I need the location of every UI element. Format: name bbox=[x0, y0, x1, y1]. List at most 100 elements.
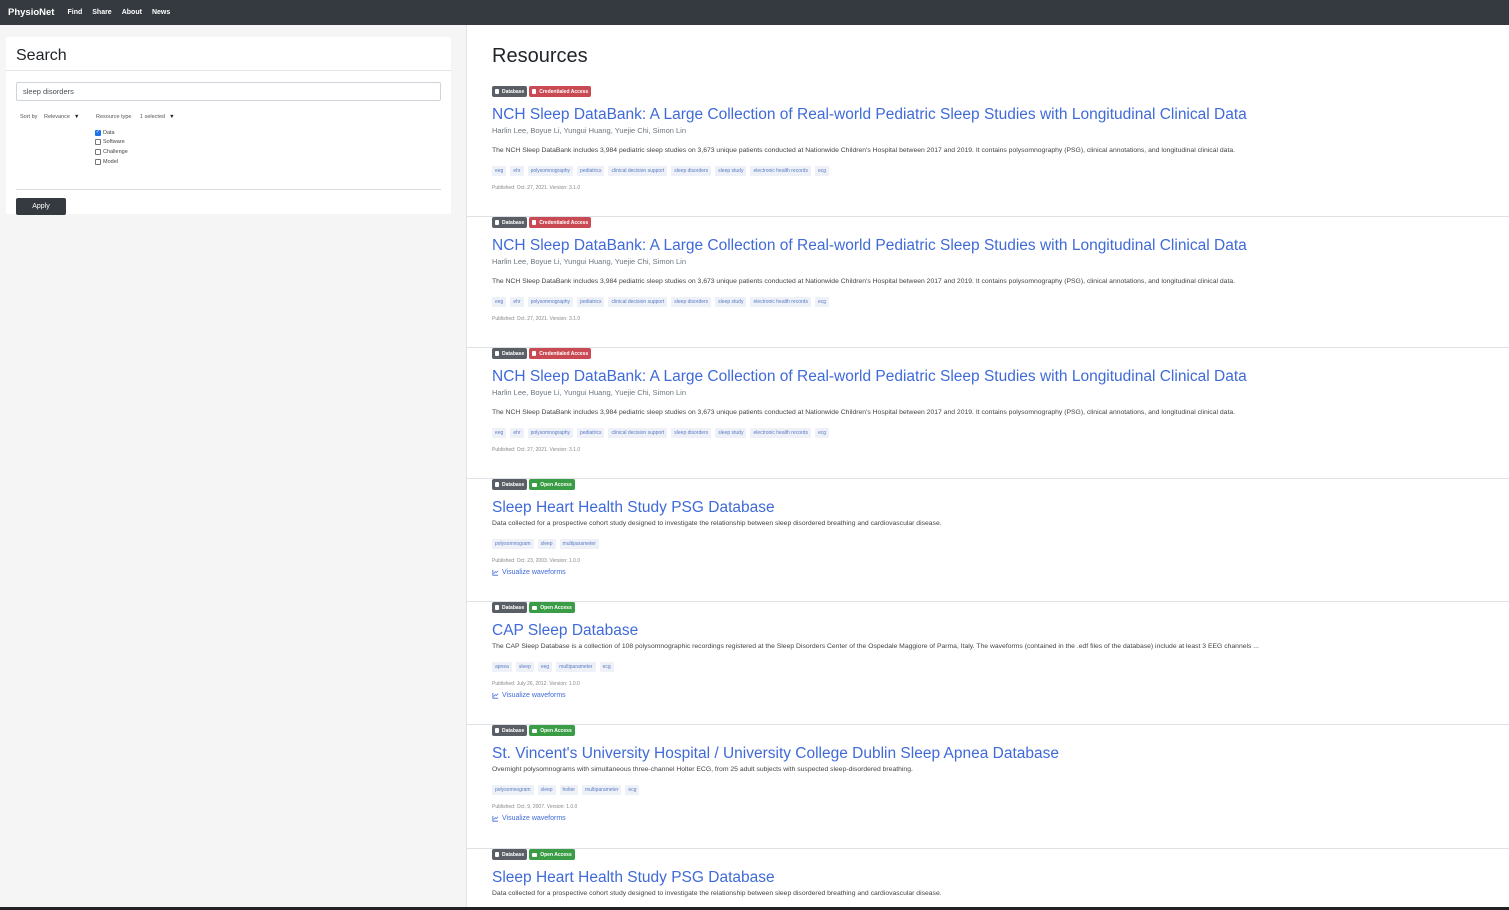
results-list: Database Credentialed Access NCH Sleep D… bbox=[467, 86, 1509, 909]
tag[interactable]: multiparameter bbox=[582, 785, 622, 795]
result-title-link[interactable]: NCH Sleep DataBank: A Large Collection o… bbox=[492, 106, 1509, 124]
tag[interactable]: electronic health records bbox=[750, 166, 811, 176]
checkbox-software[interactable] bbox=[95, 139, 101, 146]
tag[interactable]: ecg bbox=[625, 785, 640, 795]
database-badge: Database bbox=[492, 725, 528, 736]
tag[interactable]: apnea bbox=[492, 662, 512, 672]
visualize-waveforms-link[interactable]: Visualize waveforms bbox=[492, 814, 1509, 823]
result-item: Database Credentialed Access NCH Sleep D… bbox=[467, 348, 1509, 479]
checkbox-data[interactable]: ✓ bbox=[95, 129, 101, 136]
result-title-link[interactable]: St. Vincent's University Hospital / Univ… bbox=[492, 745, 1509, 763]
tag[interactable]: pediatrics bbox=[577, 297, 605, 307]
tag[interactable]: ehr bbox=[510, 428, 524, 438]
tag[interactable]: sleep bbox=[537, 539, 556, 549]
tag[interactable]: electronic health records bbox=[750, 297, 811, 307]
result-published: Published: Oct. 27, 2021. Version: 3.1.0 bbox=[492, 185, 581, 191]
resource-type-options: ✓ Data Software Challenge Model bbox=[95, 128, 128, 166]
result-description: The NCH Sleep DataBank includes 3,984 pe… bbox=[492, 278, 1235, 285]
tag[interactable]: sleep disorders bbox=[671, 166, 712, 176]
tag[interactable]: eeg bbox=[537, 662, 553, 672]
result-tags: polysomnogram sleep multiparameter bbox=[492, 539, 1509, 549]
unlock-icon bbox=[532, 728, 538, 733]
visualize-waveforms-link[interactable]: Visualize waveforms bbox=[492, 691, 1509, 700]
card-divider bbox=[16, 189, 441, 190]
access-badge: Open Access bbox=[529, 602, 575, 613]
result-item: Database Credentialed Access NCH Sleep D… bbox=[467, 86, 1509, 217]
apply-button[interactable]: Apply bbox=[16, 198, 66, 215]
tag[interactable]: holter bbox=[559, 785, 579, 795]
tag[interactable]: ecg bbox=[599, 662, 614, 672]
tag[interactable]: ecg bbox=[814, 428, 830, 438]
tag[interactable]: ecg bbox=[814, 297, 830, 307]
tag[interactable]: pediatrics bbox=[577, 166, 605, 176]
tag[interactable]: sleep bbox=[537, 785, 556, 795]
nav-link-share[interactable]: Share bbox=[92, 9, 111, 16]
resource-type-label: Resource type bbox=[96, 114, 132, 120]
resource-type-option-challenge[interactable]: Challenge bbox=[95, 147, 128, 157]
tag[interactable]: eeg bbox=[492, 428, 507, 438]
search-input[interactable] bbox=[16, 82, 441, 101]
access-badge: Credentialed Access bbox=[529, 217, 592, 228]
result-title-link[interactable]: NCH Sleep DataBank: A Large Collection o… bbox=[492, 368, 1509, 386]
tag[interactable]: sleep bbox=[515, 662, 534, 672]
visualize-waveforms-link[interactable]: Visualize waveforms bbox=[492, 568, 1509, 577]
tag[interactable]: polysomnogram bbox=[492, 539, 534, 549]
result-description: The NCH Sleep DataBank includes 3,984 pe… bbox=[492, 409, 1235, 416]
card-divider bbox=[6, 70, 451, 71]
tag[interactable]: sleep disorders bbox=[671, 297, 712, 307]
brand-logo[interactable]: PhysioNet bbox=[8, 7, 54, 18]
tag[interactable]: electronic health records bbox=[750, 428, 811, 438]
tag[interactable]: sleep study bbox=[715, 297, 747, 307]
caret-down-icon: ▼ bbox=[74, 114, 80, 120]
resource-type-option-software[interactable]: Software bbox=[95, 138, 128, 148]
result-title-link[interactable]: Sleep Heart Health Study PSG Database bbox=[492, 869, 1509, 887]
tag[interactable]: ecg bbox=[814, 166, 830, 176]
tag[interactable]: clinical decision support bbox=[608, 166, 668, 176]
tag[interactable]: polysomnogram bbox=[492, 785, 534, 795]
result-authors: Harlin Lee, Boyue Li, Yungui Huang, Yuej… bbox=[492, 388, 687, 397]
tag[interactable]: polysomnography bbox=[527, 297, 574, 307]
result-description: The NCH Sleep DataBank includes 3,984 pe… bbox=[492, 147, 1235, 154]
tag[interactable]: pediatrics bbox=[577, 428, 605, 438]
result-published: Published: Oct. 27, 2021. Version: 3.1.0 bbox=[492, 316, 581, 322]
tag[interactable]: clinical decision support bbox=[608, 428, 668, 438]
database-badge: Database bbox=[492, 602, 528, 613]
line-chart-icon bbox=[492, 815, 499, 822]
database-icon bbox=[495, 351, 499, 356]
search-card: Search Sort by Relevance▼ Resource type … bbox=[6, 37, 451, 215]
database-icon bbox=[495, 605, 499, 610]
checkbox-model[interactable] bbox=[95, 158, 101, 165]
tag[interactable]: eeg bbox=[492, 297, 507, 307]
tag[interactable]: polysomnography bbox=[527, 428, 574, 438]
access-badge: Credentialed Access bbox=[529, 86, 592, 97]
line-chart-icon bbox=[492, 692, 499, 699]
result-title-link[interactable]: CAP Sleep Database bbox=[492, 622, 1509, 640]
access-badge: Open Access bbox=[529, 725, 575, 736]
result-title-link[interactable]: NCH Sleep DataBank: A Large Collection o… bbox=[492, 237, 1509, 255]
database-badge: Database bbox=[492, 348, 528, 359]
tag[interactable]: sleep study bbox=[715, 428, 747, 438]
tag[interactable]: sleep disorders bbox=[671, 428, 712, 438]
option-label: Data bbox=[103, 129, 115, 136]
database-icon bbox=[495, 220, 499, 225]
resource-type-option-data[interactable]: ✓ Data bbox=[95, 128, 128, 138]
tag[interactable]: sleep study bbox=[715, 166, 747, 176]
checkbox-challenge[interactable] bbox=[95, 148, 101, 155]
tag[interactable]: multiparameter bbox=[559, 539, 599, 549]
resource-type-select[interactable]: 1 selected ▼ bbox=[140, 114, 175, 120]
result-published: Published: Oct. 23, 2003. Version: 1.0.0 bbox=[492, 558, 581, 564]
tag[interactable]: ehr bbox=[510, 166, 524, 176]
tag[interactable]: polysomnography bbox=[527, 166, 574, 176]
tag[interactable]: clinical decision support bbox=[608, 297, 668, 307]
result-title-link[interactable]: Sleep Heart Health Study PSG Database bbox=[492, 499, 1509, 517]
tag[interactable]: eeg bbox=[492, 166, 507, 176]
resource-type-option-model[interactable]: Model bbox=[95, 157, 128, 167]
nav-link-about[interactable]: About bbox=[122, 9, 142, 16]
nav-link-news[interactable]: News bbox=[152, 9, 170, 16]
result-description: Data collected for a prospective cohort … bbox=[492, 520, 942, 527]
sort-by-select[interactable]: Relevance ▼ bbox=[44, 114, 79, 120]
tag[interactable]: ehr bbox=[510, 297, 524, 307]
database-icon bbox=[495, 728, 499, 733]
tag[interactable]: multiparameter bbox=[556, 662, 596, 672]
nav-link-find[interactable]: Find bbox=[67, 9, 82, 16]
